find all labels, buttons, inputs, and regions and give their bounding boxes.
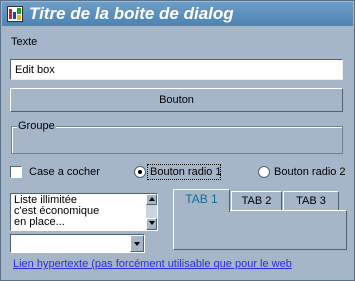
list-scroll-up-button[interactable] <box>146 194 157 205</box>
combo-box[interactable] <box>10 234 145 253</box>
title-bar[interactable]: Titre de la boite de dialog <box>2 2 353 26</box>
window-title: Titre de la boite de dialog <box>29 4 234 23</box>
radio-button-1[interactable] <box>134 166 146 178</box>
arrow-down-icon <box>148 221 155 225</box>
texte-label: Texte <box>11 36 38 48</box>
list-box[interactable]: Liste illimitée c'est économique en plac… <box>10 193 158 231</box>
radio-button-2-label[interactable]: Bouton radio 2 <box>274 166 346 178</box>
list-scroll-track[interactable] <box>146 205 157 218</box>
edit-box[interactable] <box>10 59 343 80</box>
groupe-label: Groupe <box>17 120 56 132</box>
radio-button-1-label[interactable]: Bouton radio 1 <box>150 166 222 178</box>
case-a-cocher-label[interactable]: Case a cocher <box>29 166 100 178</box>
list-scroll-down-button[interactable] <box>146 218 157 230</box>
bouton-button[interactable]: Bouton <box>10 88 343 112</box>
combo-dropdown-button[interactable] <box>130 235 144 252</box>
hyperlink[interactable]: Lien hypertexte (pas forcément utilisabl… <box>13 258 292 270</box>
tab-panel <box>173 210 347 250</box>
arrow-up-icon <box>148 197 155 201</box>
tab-1[interactable]: TAB 1 <box>173 189 230 212</box>
dialog-window: Titre de la boite de dialog Texte Bouton… <box>0 0 355 281</box>
case-a-cocher-checkbox[interactable] <box>10 166 22 178</box>
radio-button-2[interactable] <box>258 166 270 178</box>
radio-selected-dot <box>138 170 142 174</box>
groupe-box <box>11 126 343 154</box>
list-item[interactable]: en place... <box>14 217 65 228</box>
tab-2[interactable]: TAB 2 <box>231 191 282 211</box>
chevron-down-icon <box>134 242 140 246</box>
tab-3[interactable]: TAB 3 <box>283 191 339 211</box>
app-icon[interactable] <box>7 6 23 22</box>
